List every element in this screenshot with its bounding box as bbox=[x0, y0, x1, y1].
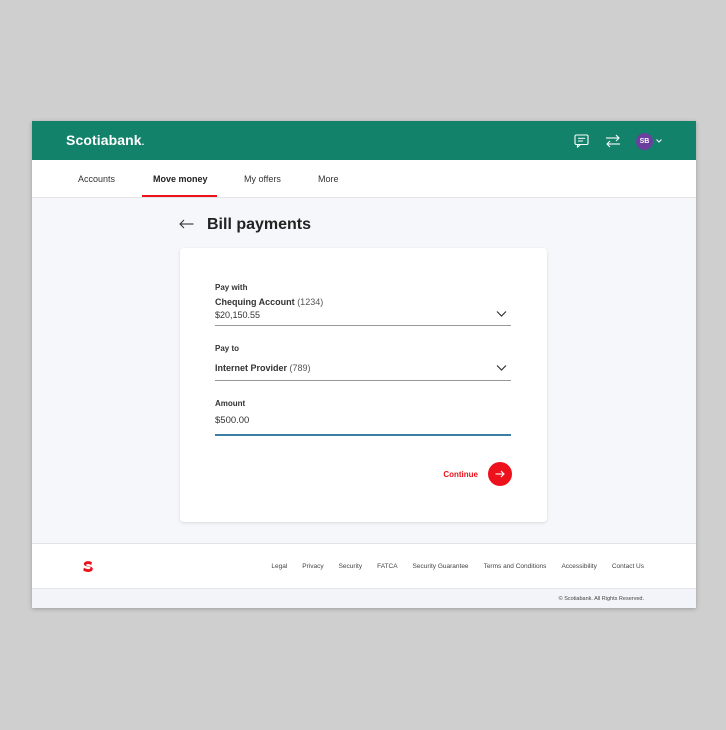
nav-my-offers[interactable]: My offers bbox=[244, 174, 281, 184]
footer-link-contact[interactable]: Contact Us bbox=[612, 563, 644, 570]
footer-link-security-guarantee[interactable]: Security Guarantee bbox=[413, 563, 469, 570]
app-window: Scotiabank. SB Accounts Move money My of… bbox=[32, 121, 696, 608]
pay-with-underline bbox=[215, 325, 511, 326]
chat-icon[interactable] bbox=[572, 132, 590, 150]
amount-value: $500.00 bbox=[215, 415, 250, 426]
account-name: Chequing Account bbox=[215, 297, 295, 307]
active-tab-indicator bbox=[142, 195, 217, 197]
nav-move-money[interactable]: Move money bbox=[153, 174, 208, 184]
page-header: Bill payments bbox=[179, 216, 311, 234]
account-balance: $20,150.55 bbox=[215, 310, 261, 320]
logo-text: Scotiabank bbox=[66, 132, 142, 148]
top-bar: Scotiabank. SB bbox=[32, 121, 696, 160]
bill-payment-card: Pay with Chequing Account (1234) $20,150… bbox=[180, 248, 547, 522]
amount-label: Amount bbox=[215, 399, 246, 408]
back-arrow-icon[interactable] bbox=[179, 216, 194, 234]
footer-link-legal[interactable]: Legal bbox=[271, 563, 287, 570]
pay-to-label: Pay to bbox=[215, 344, 240, 353]
continue-label: Continue bbox=[443, 469, 478, 479]
amount-underline bbox=[215, 434, 511, 436]
pay-with-label: Pay with bbox=[215, 283, 248, 292]
footer-link-terms[interactable]: Terms and Conditions bbox=[484, 563, 547, 570]
arrow-right-icon bbox=[495, 470, 505, 478]
footer-links: Legal Privacy Security FATCA Security Gu… bbox=[271, 563, 644, 570]
profile-menu[interactable]: SB bbox=[636, 132, 662, 150]
transfer-icon[interactable] bbox=[604, 132, 622, 150]
footer-link-accessibility[interactable]: Accessibility bbox=[561, 563, 596, 570]
header-actions: SB bbox=[572, 130, 662, 152]
pay-with-select[interactable]: Pay with Chequing Account (1234) $20,150… bbox=[215, 283, 511, 327]
chevron-down-icon bbox=[496, 365, 507, 371]
chevron-down-icon bbox=[656, 139, 662, 143]
footer: Legal Privacy Security FATCA Security Gu… bbox=[32, 543, 696, 588]
footer-link-fatca[interactable]: FATCA bbox=[377, 563, 397, 570]
pay-to-underline bbox=[215, 380, 511, 381]
nav-more[interactable]: More bbox=[318, 174, 339, 184]
logo-mark: . bbox=[141, 137, 145, 147]
nav-accounts[interactable]: Accounts bbox=[78, 174, 115, 184]
footer-link-security[interactable]: Security bbox=[339, 563, 362, 570]
pay-to-payee: Internet Provider (789) bbox=[215, 363, 511, 373]
scotiabank-flame-icon[interactable] bbox=[82, 560, 94, 573]
pay-with-account: Chequing Account (1234) bbox=[215, 297, 511, 307]
avatar: SB bbox=[636, 132, 653, 150]
page-title: Bill payments bbox=[207, 216, 312, 233]
copyright-text: © Scotiabank. All Rights Reserved. bbox=[558, 596, 644, 602]
continue-button[interactable]: Continue bbox=[443, 462, 512, 486]
account-number: (1234) bbox=[297, 297, 324, 307]
pay-to-select[interactable]: Pay to Internet Provider (789) bbox=[215, 344, 511, 382]
scotiabank-logo[interactable]: Scotiabank. bbox=[66, 132, 144, 148]
chevron-down-icon bbox=[496, 311, 507, 317]
payee-name: Internet Provider bbox=[215, 363, 288, 373]
amount-input[interactable]: Amount $500.00 bbox=[215, 399, 511, 437]
footer-link-privacy[interactable]: Privacy bbox=[302, 563, 323, 570]
payee-number: (789) bbox=[289, 363, 311, 373]
continue-circle bbox=[488, 462, 512, 486]
copyright-bar: © Scotiabank. All Rights Reserved. bbox=[32, 588, 696, 608]
main-nav: Accounts Move money My offers More bbox=[32, 160, 696, 198]
